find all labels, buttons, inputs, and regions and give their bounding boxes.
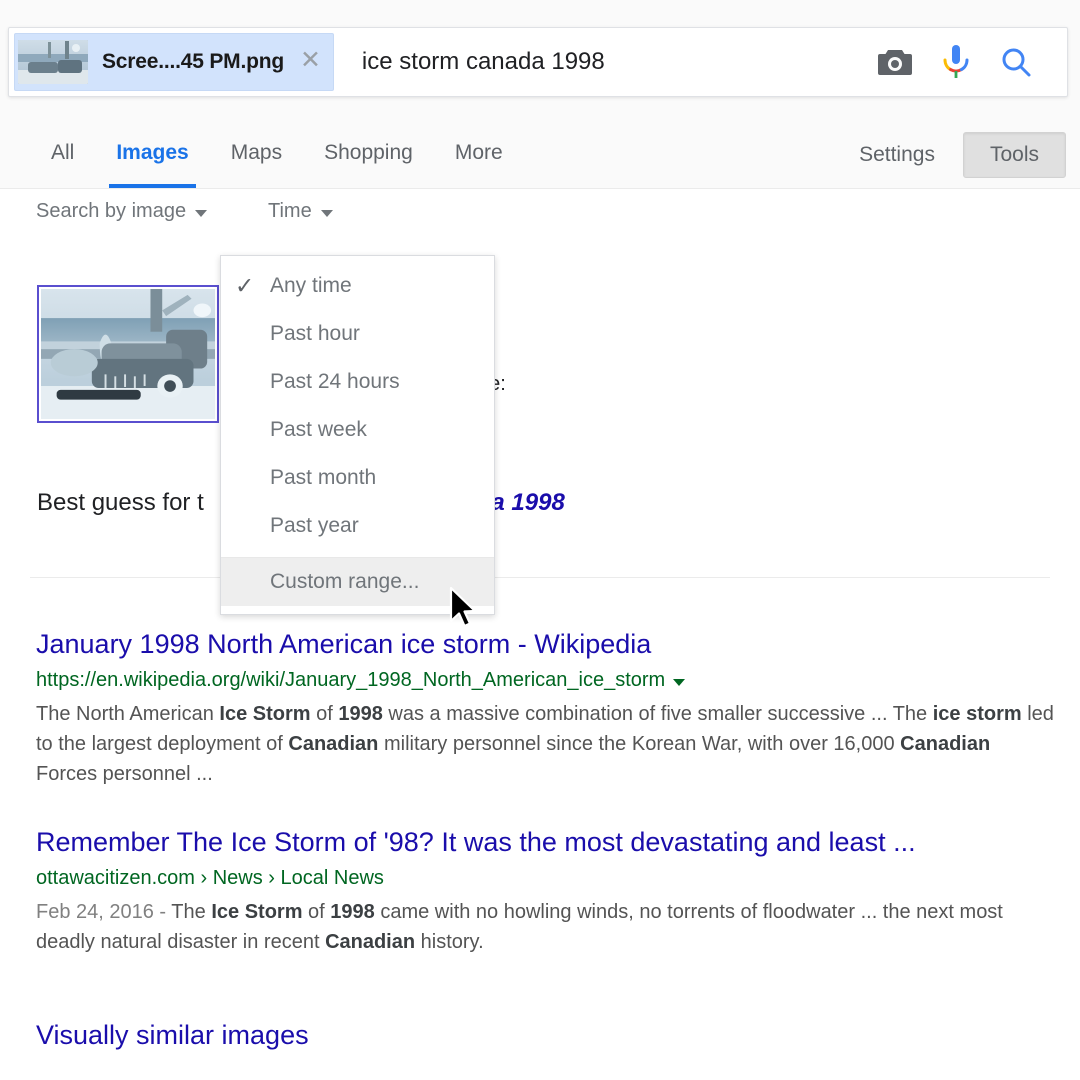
snippet-keyword: Ice Storm (219, 703, 311, 725)
tab-images[interactable]: Images (95, 122, 209, 188)
result-url: ottawacitizen.com › News › Local News (36, 867, 1056, 890)
tab-all[interactable]: All (30, 122, 95, 188)
menu-item-label: Past month (270, 466, 377, 489)
nav-tabs: All Images Maps Shopping More (30, 122, 524, 188)
tab-shopping[interactable]: Shopping (303, 122, 434, 188)
menu-item-any-time[interactable]: ✓ Any time (221, 262, 494, 310)
menu-item-past-month[interactable]: Past month (221, 454, 494, 502)
snippet-text: military personnel since the Korean War,… (378, 733, 901, 755)
search-query-text[interactable]: ice storm canada 1998 (362, 48, 877, 76)
menu-item-past-24-hours[interactable]: Past 24 hours (221, 358, 494, 406)
menu-item-past-year[interactable]: Past year (221, 502, 494, 550)
microphone-icon[interactable] (941, 43, 971, 81)
menu-item-label: Any time (270, 274, 352, 297)
snippet-text: was a massive combination of five smalle… (382, 703, 933, 725)
snippet-text: of (310, 703, 339, 725)
close-icon[interactable]: ✕ (300, 47, 327, 77)
snippet-text: history. (415, 931, 484, 953)
search-bar[interactable]: Scree....45 PM.png ✕ ice storm canada 19… (8, 27, 1068, 97)
snippet-text: The North American (36, 703, 220, 725)
chevron-down-icon (195, 209, 208, 217)
google-image-search-results-page: Scree....45 PM.png ✕ ice storm canada 19… (0, 0, 1080, 1080)
snippet-keyword: Canadian (325, 931, 416, 953)
camera-icon[interactable] (877, 47, 913, 77)
result-snippet: The North American Ice Storm of 1998 was… (36, 699, 1056, 789)
chevron-down-icon (320, 209, 333, 217)
nav-right-controls: Settings Tools (841, 122, 1066, 188)
result-title-link[interactable]: January 1998 North American ice storm - … (36, 627, 1056, 661)
filter-time-label: Time (268, 200, 312, 222)
filter-search-by-image-label: Search by image (36, 200, 187, 222)
menu-item-past-hour[interactable]: Past hour (221, 310, 494, 358)
chip-thumbnail-image (18, 40, 88, 84)
search-result-item: January 1998 North American ice storm - … (36, 627, 1056, 789)
snippet-keyword: 1998 (330, 901, 375, 923)
tools-button[interactable]: Tools (962, 132, 1066, 178)
menu-item-label: Past hour (270, 322, 360, 345)
tab-more[interactable]: More (434, 122, 524, 188)
search-result-item: Remember The Ice Storm of '98? It was th… (36, 825, 1056, 957)
image-search-chip[interactable]: Scree....45 PM.png ✕ (14, 33, 334, 91)
snippet-text: of (302, 901, 331, 923)
result-url-text[interactable]: https://en.wikipedia.org/wiki/January_19… (36, 669, 665, 692)
menu-item-label: Past week (270, 418, 367, 441)
page-header: Scree....45 PM.png ✕ ice storm canada 19… (0, 0, 1080, 122)
image-info-section: f this image: Medium Best guess for tnad… (0, 241, 1080, 578)
section-divider (30, 577, 1050, 578)
result-date: Feb 24, 2016 - (36, 901, 172, 923)
menu-item-custom-range[interactable]: Custom range... (221, 558, 494, 606)
snippet-keyword: Canadian (900, 733, 991, 755)
menu-item-past-week[interactable]: Past week (221, 406, 494, 454)
filter-search-by-image[interactable]: Search by image (36, 200, 208, 223)
snippet-keyword: Ice Storm (211, 901, 303, 923)
search-bar-icons (877, 43, 1067, 81)
result-snippet: Feb 24, 2016 - The Ice Storm of 1998 cam… (36, 897, 1056, 957)
result-url-text[interactable]: ottawacitizen.com › News › Local News (36, 867, 384, 890)
snippet-text: The (171, 901, 212, 923)
best-guess-prefix: Best guess for t (37, 489, 204, 516)
thumbnail-image (41, 289, 215, 419)
settings-button[interactable]: Settings (841, 143, 953, 167)
snippet-text: Forces personnel ... (36, 763, 213, 785)
snippet-keyword: 1998 (338, 703, 383, 725)
source-image-thumbnail[interactable] (37, 285, 219, 423)
time-filter-dropdown: ✓ Any time Past hour Past 24 hours Past … (220, 255, 495, 615)
menu-footer: Custom range... (221, 558, 494, 614)
result-title-link[interactable]: Remember The Ice Storm of '98? It was th… (36, 825, 1056, 859)
result-url: https://en.wikipedia.org/wiki/January_19… (36, 669, 1056, 692)
filter-time[interactable]: Time (268, 200, 333, 223)
checkmark-icon: ✓ (235, 272, 255, 299)
tab-maps[interactable]: Maps (210, 122, 303, 188)
menu-item-label: Past year (270, 514, 359, 537)
visually-similar-images-heading[interactable]: Visually similar images (36, 1020, 309, 1051)
search-icon[interactable] (999, 45, 1033, 79)
chip-filename-label: Scree....45 PM.png (102, 50, 284, 73)
menu-item-label: Custom range... (270, 570, 420, 593)
tools-filter-row: Search by image Time (0, 189, 1080, 241)
snippet-keyword: ice storm (932, 703, 1022, 725)
snippet-keyword: Canadian (288, 733, 379, 755)
menu-item-label: Past 24 hours (270, 370, 400, 393)
chevron-down-icon[interactable] (673, 678, 686, 686)
navigation-bar: All Images Maps Shopping More Settings T… (0, 122, 1080, 189)
